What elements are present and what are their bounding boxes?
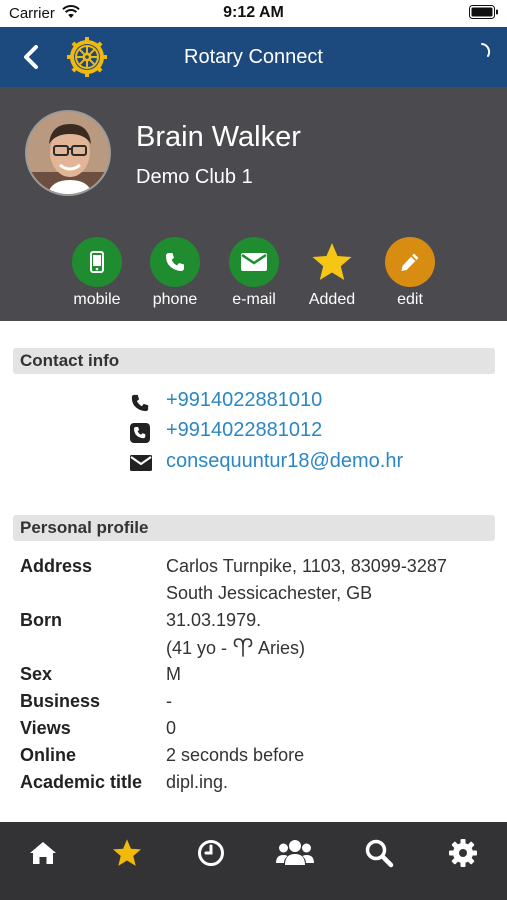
personal-profile-header: Personal profile (13, 515, 495, 541)
edit-action-circle (385, 237, 435, 287)
added-favorite-label: Added (308, 291, 356, 308)
business-value: - (166, 691, 172, 711)
address-label: Address (20, 556, 93, 576)
phone-action-circle (150, 237, 200, 287)
profile-photo (27, 112, 109, 194)
tab-bar (0, 822, 507, 900)
online-value: 2 seconds before (166, 745, 305, 765)
sex-value: M (166, 664, 181, 684)
views-value: 0 (166, 718, 177, 738)
email-icon (241, 253, 267, 271)
address-line2: South Jessicachester, GB (166, 583, 373, 603)
avatar (25, 110, 111, 196)
tab-search[interactable] (357, 836, 401, 870)
battery-icon (469, 5, 498, 19)
mobile-action-label: mobile (73, 291, 121, 308)
born-age-prefix: (41 yo - (166, 638, 233, 658)
academic-title-value: dipl.ing. (166, 772, 229, 792)
phone-icon (166, 253, 184, 271)
online-label: Online (20, 745, 77, 765)
tab-settings[interactable] (441, 836, 485, 870)
loading-spinner-icon (481, 43, 491, 57)
gear-icon (449, 839, 477, 867)
phone2-link[interactable]: +9914022881012 (166, 419, 322, 442)
star-icon (312, 243, 352, 280)
academic-title-label: Academic title (20, 772, 143, 792)
born-date: 31.03.1979. (166, 610, 262, 630)
profile-name: Brain Walker (136, 121, 301, 153)
sex-label: Sex (20, 664, 53, 684)
nav-bar: Rotary Connect (0, 27, 507, 87)
star-icon (113, 839, 141, 866)
email-action-label: e-mail (232, 291, 276, 308)
status-bar: Carrier 9:12 AM (0, 0, 507, 27)
phone-square-icon (130, 423, 150, 443)
home-icon (30, 842, 56, 864)
tab-recent[interactable] (189, 836, 233, 870)
edit-action-label: edit (397, 291, 423, 308)
email-link[interactable]: consequuntur18@demo.hr (166, 450, 403, 473)
search-icon (365, 839, 394, 868)
users-icon (276, 840, 314, 865)
mobile-action-button[interactable]: mobile (57, 237, 137, 309)
business-label: Business (20, 691, 101, 711)
email-action-button[interactable]: e-mail (214, 237, 294, 309)
born-age-suffix: Aries) (254, 638, 306, 658)
clock-icon (198, 840, 224, 866)
aries-icon (233, 638, 253, 657)
tab-home[interactable] (21, 836, 65, 870)
pencil-icon (401, 253, 419, 271)
tab-favorites[interactable] (105, 836, 149, 870)
address-line1: Carlos Turnpike, 1103, 83099-3287 (166, 556, 447, 576)
envelope-icon (130, 455, 152, 471)
tab-members[interactable] (273, 836, 317, 870)
email-action-circle (229, 237, 279, 287)
phone-action-button[interactable]: phone (135, 237, 215, 309)
phone-link[interactable]: +9914022881010 (166, 389, 322, 412)
phone-icon (131, 394, 149, 412)
profile-club: Demo Club 1 (136, 166, 253, 188)
phone-action-label: phone (152, 291, 198, 308)
born-age: (41 yo - Aries) (166, 637, 305, 659)
mobile-icon (90, 251, 104, 273)
added-favorite-button[interactable]: Added (292, 237, 372, 309)
added-favorite-circle (307, 237, 357, 287)
edit-action-button[interactable]: edit (370, 237, 450, 309)
views-label: Views (20, 718, 71, 738)
nav-title: Rotary Connect (184, 46, 323, 68)
born-label: Born (20, 610, 62, 630)
mobile-action-circle (72, 237, 122, 287)
profile-header: Brain Walker Demo Club 1 mobile phone e-… (0, 87, 507, 321)
contact-info-header: Contact info (13, 348, 495, 374)
status-time: 9:12 AM (223, 4, 284, 21)
